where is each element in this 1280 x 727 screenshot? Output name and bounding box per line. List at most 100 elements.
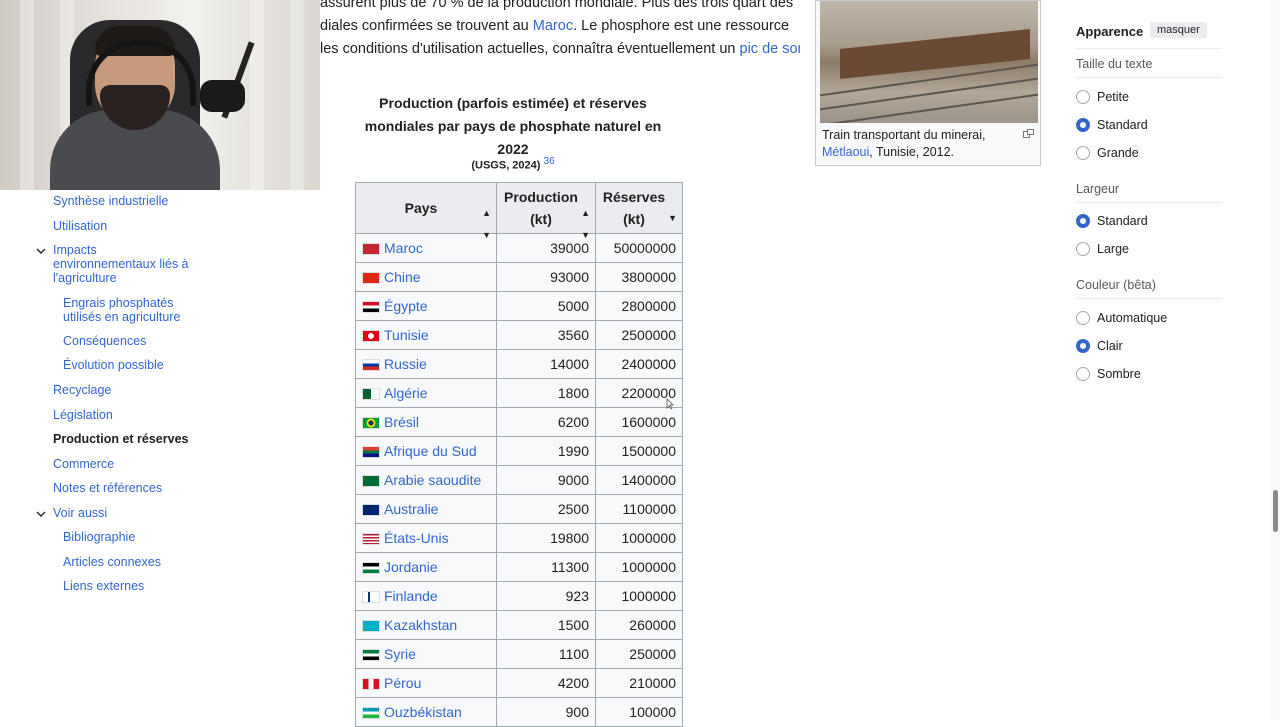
radio-text-size-standard[interactable]: Standard [1076,116,1148,134]
link-maroc[interactable]: Maroc [533,18,573,34]
flag-icon[interactable] [362,475,380,488]
article-paragraph: assurent plus de 70 % de la production m… [320,0,800,61]
radio-width-large[interactable]: Large [1076,240,1129,258]
table-row: Brésil 6200 1600000 [355,407,683,437]
toc-item[interactable]: Impacts environnementaux liés à l'agricu… [53,243,193,285]
country-link[interactable]: Algérie [384,385,428,401]
country-link[interactable]: Australie [384,501,438,517]
flag-icon[interactable] [362,330,380,343]
radio-color-dark[interactable]: Sombre [1076,365,1141,383]
cell-production: 1800 [496,378,596,408]
cell-reserves: 1500000 [595,436,683,466]
flag-icon[interactable] [362,649,380,662]
header-reserves[interactable]: Réserves (kt) ▼ [595,182,683,234]
toc-item[interactable]: Législation [53,408,193,422]
radio-text-size-large[interactable]: Grande [1076,144,1139,162]
chevron-down-icon[interactable] [36,243,46,254]
flag-icon[interactable] [362,591,380,604]
toc-item[interactable]: Utilisation [53,219,193,233]
country-link[interactable]: Russie [384,356,427,372]
country-link[interactable]: Jordanie [384,559,438,575]
cell-pays: États-Unis [355,523,497,553]
cell-pays: Australie [355,494,497,524]
flag-icon[interactable] [362,562,380,575]
cell-production: 900 [496,697,596,727]
country-link[interactable]: Pérou [384,675,421,691]
paragraph-line: diales confirmées se trouvent au Maroc. … [320,18,790,34]
cell-production: 11300 [496,552,596,582]
link-pic[interactable]: pic de son [740,41,801,57]
header-pays[interactable]: Pays ▲ ▼ [355,182,497,240]
toc-item[interactable]: Commerce [53,457,193,471]
link-metlaoui[interactable]: Métlaoui [822,145,869,159]
toc-item[interactable]: Recyclage [53,383,193,397]
toc-item[interactable]: Articles connexes [63,555,193,569]
sort-icon[interactable]: ▲ ▼ [482,202,491,246]
flag-icon[interactable] [362,533,380,546]
reference-link[interactable]: 36 [544,156,555,167]
table-row: Égypte 5000 2800000 [355,291,683,321]
cell-production: 19800 [496,523,596,553]
train-photo[interactable] [820,1,1038,123]
radio-color-auto[interactable]: Automatique [1076,309,1167,327]
country-link[interactable]: Brésil [384,414,419,430]
toc-item[interactable]: Synthèse industrielle [53,194,193,208]
toc-item[interactable]: Évolution possible [63,358,193,372]
toc-item[interactable]: Notes et références [53,481,193,495]
country-link[interactable]: Kazakhstan [384,617,457,633]
cell-reserves: 250000 [595,639,683,669]
table-row: Tunisie 3560 2500000 [355,320,683,350]
country-link[interactable]: Syrie [384,646,416,662]
radio-text-size-small[interactable]: Petite [1076,88,1129,106]
header-production[interactable]: Production (kt) ▲ ▼ [496,182,596,240]
toc-item[interactable]: Bibliographie [63,530,193,544]
flag-icon[interactable] [362,446,380,459]
radio-color-light[interactable]: Clair [1076,337,1123,355]
webcam-overlay [0,0,320,190]
hide-button[interactable]: masquer [1150,22,1207,38]
page-scrollbar[interactable] [1270,0,1280,720]
cell-reserves: 1000000 [595,581,683,611]
enlarge-icon[interactable] [1023,129,1034,138]
country-link[interactable]: Maroc [384,240,423,256]
separator [1076,202,1222,203]
sort-icon[interactable]: ▲ ▼ [581,202,590,246]
cell-pays: Égypte [355,291,497,321]
cell-pays: Finlande [355,581,497,611]
flag-icon[interactable] [362,707,380,720]
country-link[interactable]: Ouzbékistan [384,704,462,720]
flag-icon[interactable] [362,388,380,401]
country-link[interactable]: États-Unis [384,530,449,546]
sort-desc-icon[interactable]: ▼ [668,207,677,229]
production-table: Pays ▲ ▼ Production (kt) ▲ ▼ Réserves (kt)… [355,182,683,727]
toc-item[interactable]: Conséquences [63,334,193,348]
country-link[interactable]: Finlande [384,588,438,604]
cell-production: 2500 [496,494,596,524]
flag-icon[interactable] [362,359,380,372]
scrollbar-thumb[interactable] [1273,490,1278,532]
flag-icon[interactable] [362,620,380,633]
flag-icon[interactable] [362,243,380,256]
flag-icon[interactable] [362,678,380,691]
chevron-down-icon[interactable] [36,506,46,517]
flag-icon[interactable] [362,504,380,517]
toc-item[interactable]: Voir aussi [53,506,193,520]
color-label: Couleur (bêta) [1076,278,1156,292]
country-link[interactable]: Arabie saoudite [384,472,481,488]
toc-item[interactable]: Liens externes [63,579,193,593]
radio-width-standard[interactable]: Standard [1076,212,1148,230]
country-link[interactable]: Tunisie [384,327,429,343]
table-row: Jordanie 11300 1000000 [355,552,683,582]
toc-item-active[interactable]: Production et réserves [53,432,193,446]
toc-item[interactable]: Engrais phosphatés utilisés en agricultu… [63,296,193,324]
width-label: Largeur [1076,182,1120,196]
flag-icon[interactable] [362,301,380,314]
flag-icon[interactable] [362,417,380,430]
cell-reserves: 1100000 [595,494,683,524]
country-link[interactable]: Égypte [384,298,428,314]
cell-pays: Jordanie [355,552,497,582]
country-link[interactable]: Chine [384,269,421,285]
country-link[interactable]: Afrique du Sud [384,443,477,459]
flag-icon[interactable] [362,272,380,285]
cell-reserves: 2500000 [595,320,683,350]
